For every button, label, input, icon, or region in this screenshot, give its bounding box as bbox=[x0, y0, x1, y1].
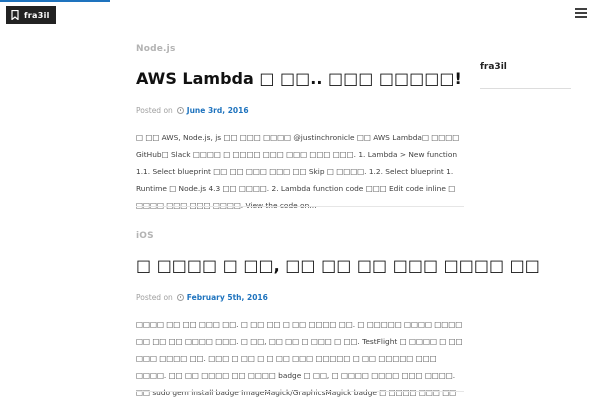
clock-icon bbox=[176, 293, 184, 301]
clock-icon bbox=[176, 106, 184, 114]
top-accent-bar bbox=[0, 0, 110, 2]
post-title[interactable]: □ □□□□ □ □□, □□ □□ □□ □□□ □□□□ □□ bbox=[136, 255, 540, 277]
site-badge-label: fra3il bbox=[24, 10, 50, 20]
post-meta: Posted on June 3rd, 2016 bbox=[136, 104, 464, 116]
post-category-link[interactable]: Node.js bbox=[136, 44, 464, 58]
sidebar-divider bbox=[480, 88, 571, 89]
post-date-link[interactable]: June 3rd, 2016 bbox=[187, 106, 249, 115]
post-divider bbox=[136, 391, 464, 392]
sidebar: fra3il bbox=[480, 62, 571, 89]
bookmark-icon bbox=[11, 10, 19, 20]
post-excerpt: □ □□ AWS, Node.js, js □□ □□□ □□□□ @justi… bbox=[136, 133, 460, 210]
hamburger-menu-icon[interactable] bbox=[575, 8, 587, 20]
sidebar-title: fra3il bbox=[480, 62, 507, 72]
post-card: Node.js AWS Lambda □ □□.. □□□ □□□□□! Pos… bbox=[136, 44, 464, 214]
post-excerpt: □□□□ □□ □□ □□□ □□. □ □□ □□ □ □□ □□□□ □□.… bbox=[136, 320, 463, 397]
site-home-link[interactable]: fra3il bbox=[6, 6, 56, 24]
posted-on-label: Posted on bbox=[136, 105, 173, 115]
post-category-link[interactable]: iOS bbox=[136, 231, 464, 245]
post-date-link[interactable]: February 5th, 2016 bbox=[187, 293, 268, 302]
post-title[interactable]: AWS Lambda □ □□.. □□□ □□□□□! bbox=[136, 68, 464, 90]
post-meta: Posted on February 5th, 2016 bbox=[136, 291, 464, 303]
post-divider bbox=[136, 206, 464, 207]
posted-on-label: Posted on bbox=[136, 292, 173, 302]
post-card: iOS □ □□□□ □ □□, □□ □□ □□ □□□ □□□□ □□ Po… bbox=[136, 231, 540, 400]
